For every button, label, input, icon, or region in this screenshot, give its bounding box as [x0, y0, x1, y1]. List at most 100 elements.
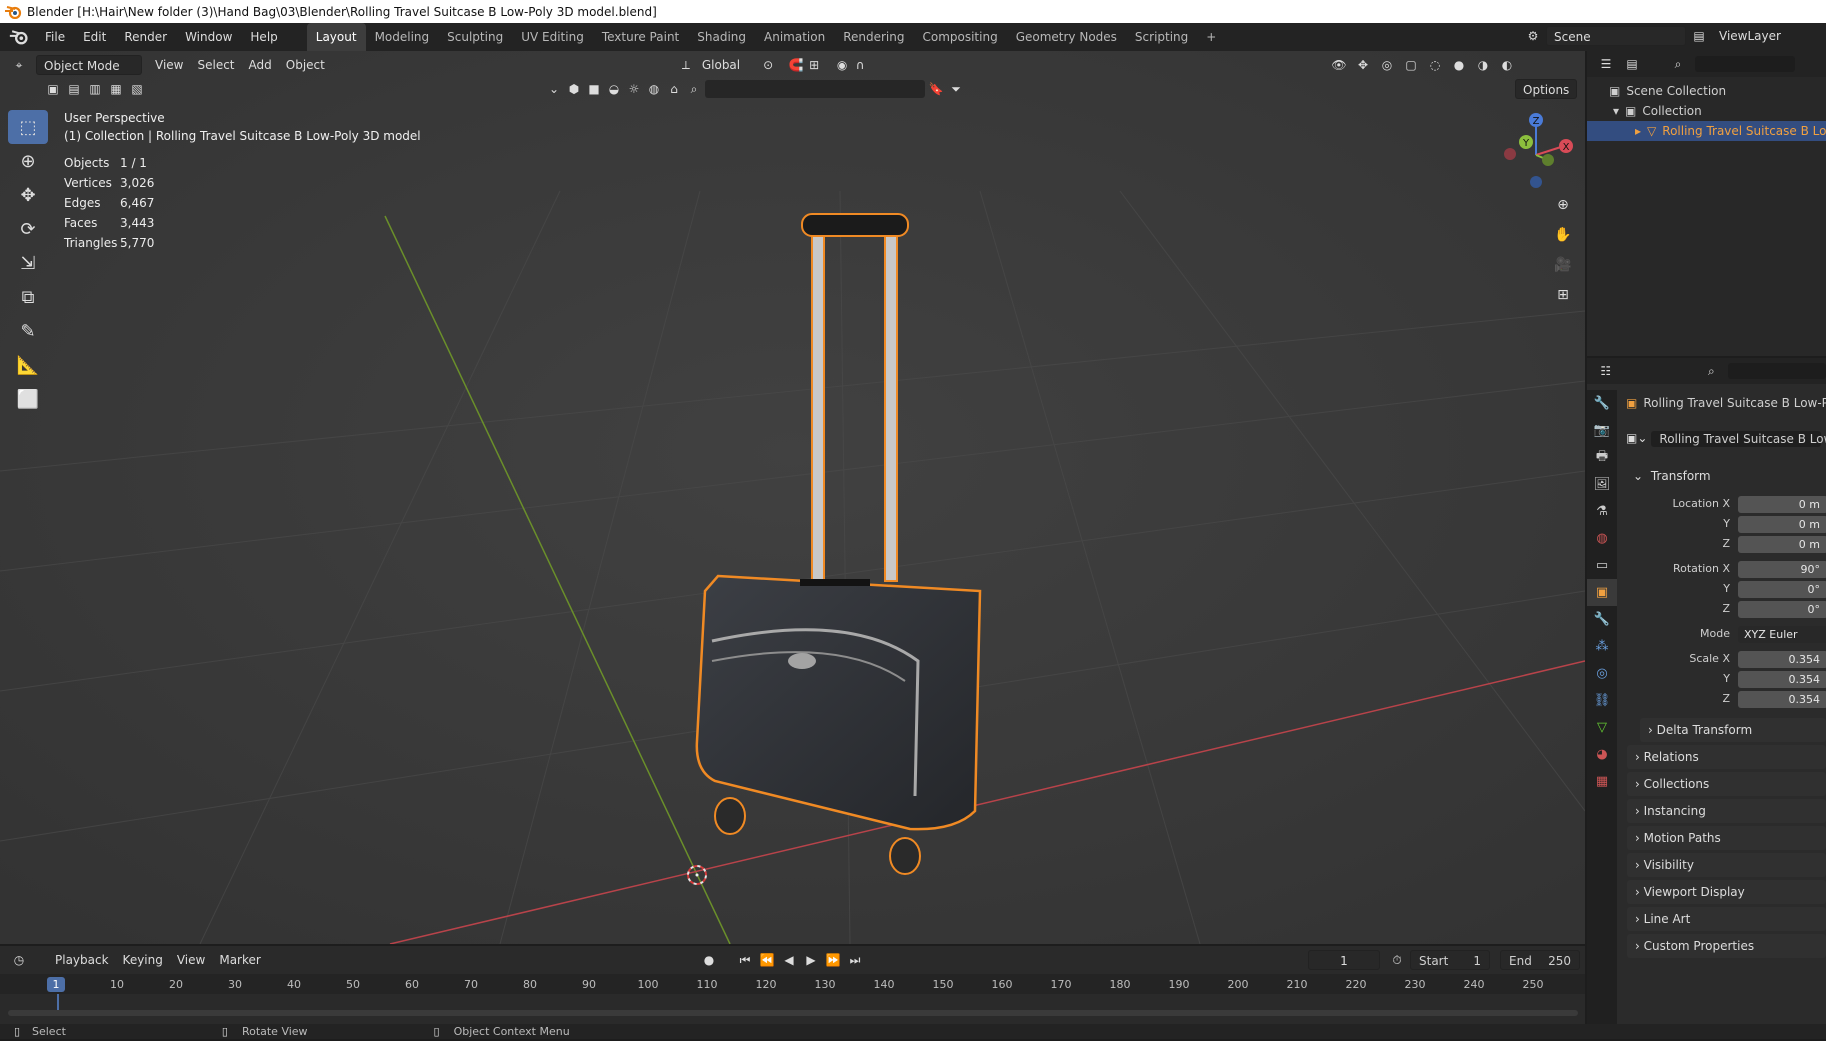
scale-x-field[interactable]: 0.354 — [1738, 651, 1826, 668]
xray-icon[interactable]: ▢ — [1402, 56, 1420, 74]
visibility-icon[interactable]: 👁 — [1330, 56, 1348, 74]
outliner[interactable]: ☰ ▤ ⌕ ▣ Scene Collection ▾ ▣ Collection ▸ ▽ R… — [1587, 51, 1826, 356]
jump-end-icon[interactable]: ⏭ — [846, 951, 864, 969]
tab-geometry-nodes[interactable]: Geometry Nodes — [1007, 23, 1126, 51]
tab-sculpting[interactable]: Sculpting — [438, 23, 512, 51]
jump-start-icon[interactable]: ⏮ — [736, 951, 754, 969]
viewlayer-selector[interactable]: ViewLayer — [1712, 26, 1788, 46]
play-reverse-icon[interactable]: ◀ — [780, 951, 798, 969]
display-mode-icon[interactable]: ▤ — [1623, 55, 1641, 73]
material-shading-icon[interactable]: ◑ — [1474, 56, 1492, 74]
panel-custom-properties[interactable]: › Custom Properties — [1627, 934, 1826, 958]
pan-hand-icon[interactable]: ✋ — [1551, 223, 1575, 247]
timeline-menu-playback[interactable]: Playback — [48, 950, 116, 970]
select-subtract-icon[interactable]: ▥ — [86, 80, 104, 98]
object-name-field[interactable]: Rolling Travel Suitcase B Low-Po — [1651, 431, 1826, 447]
material-filter-icon[interactable]: ◒ — [605, 80, 623, 98]
tab-scripting[interactable]: Scripting — [1126, 23, 1197, 51]
end-frame-field[interactable]: End 250 — [1500, 950, 1580, 970]
filter-dropdown-icon[interactable]: ⌄ — [545, 80, 563, 98]
select-new-icon[interactable]: ▣ — [44, 80, 62, 98]
navigation-gizmo[interactable]: Z X Y — [1496, 110, 1576, 190]
viewlayer-icon[interactable]: ▤ — [1690, 27, 1708, 45]
snap-icon[interactable]: 🧲 — [787, 56, 805, 74]
tool-tab-icon[interactable]: 🔧 — [1587, 390, 1617, 417]
mode-selector[interactable]: Object Mode — [36, 55, 142, 75]
transform-panel-header[interactable]: ⌄ Transform — [1627, 464, 1826, 488]
location-z-field[interactable]: 0 m — [1738, 536, 1826, 553]
transform-orientation-selector[interactable]: Global — [695, 55, 747, 75]
panel-visibility[interactable]: › Visibility — [1627, 853, 1826, 877]
timeline-ruler[interactable]: 10 20 30 40 50 60 70 80 90 100 110 120 130 140 150 160 1… — [0, 974, 1585, 994]
tab-uv-editing[interactable]: UV Editing — [512, 23, 593, 51]
transform-tool-icon[interactable]: ⧉ — [8, 280, 48, 314]
jump-keyframe-back-icon[interactable]: ⏪ — [758, 951, 776, 969]
panel-instancing[interactable]: › Instancing — [1627, 799, 1826, 823]
select-box-tool-icon[interactable]: ⬚ — [8, 110, 48, 144]
view-layer-tab-icon[interactable]: 🖼 — [1587, 471, 1617, 498]
scale-y-field[interactable]: 0.354 — [1738, 671, 1826, 688]
scene-icon[interactable]: ⚙ — [1524, 27, 1542, 45]
panel-collections[interactable]: › Collections — [1627, 772, 1826, 796]
scale-tool-icon[interactable]: ⇲ — [8, 246, 48, 280]
object-tab-icon[interactable]: ▣ — [1587, 579, 1617, 606]
viewport-options-button[interactable]: Options — [1515, 79, 1578, 99]
viewport-menu-object[interactable]: Object — [279, 55, 332, 75]
tab-rendering[interactable]: Rendering — [834, 23, 913, 51]
select-intersect-icon[interactable]: ▧ — [128, 80, 146, 98]
viewport-menu-select[interactable]: Select — [190, 55, 241, 75]
timeline-menu-keying[interactable]: Keying — [116, 950, 170, 970]
camera-filter-icon[interactable]: ⌂ — [665, 80, 683, 98]
cursor-tool-icon[interactable]: ⊕ — [8, 144, 48, 178]
object-browse-icon[interactable]: ▣⌄ — [1626, 431, 1647, 447]
transform-orientation-icon[interactable]: ⟂ — [677, 56, 695, 74]
rendered-shading-icon[interactable]: ◐ — [1498, 56, 1516, 74]
particles-tab-icon[interactable]: ⁂ — [1587, 633, 1617, 660]
texture-tab-icon[interactable]: ▦ — [1587, 768, 1617, 795]
output-tab-icon[interactable]: 🖶 — [1587, 444, 1617, 471]
jump-keyframe-forward-icon[interactable]: ⏩ — [824, 951, 842, 969]
panel-delta-transform[interactable]: › Delta Transform — [1640, 718, 1826, 742]
outliner-item-scene-collection[interactable]: ▣ Scene Collection — [1587, 81, 1826, 101]
constraints-tab-icon[interactable]: ⛓ — [1587, 687, 1617, 714]
outliner-item-collection[interactable]: ▾ ▣ Collection — [1587, 101, 1826, 121]
menu-file[interactable]: File — [36, 23, 74, 51]
render-tab-icon[interactable]: 📷 — [1587, 417, 1617, 444]
add-cube-tool-icon[interactable]: ⬜ — [8, 382, 48, 416]
perspective-toggle-icon[interactable]: ⊞ — [1551, 283, 1575, 307]
tab-compositing[interactable]: Compositing — [913, 23, 1006, 51]
expand-arrow-icon[interactable]: ▾ — [1613, 101, 1619, 121]
properties-editor-icon[interactable]: ☷ — [1597, 362, 1615, 380]
start-frame-field[interactable]: Start 1 — [1410, 950, 1490, 970]
menu-render[interactable]: Render — [115, 23, 176, 51]
panel-line-art[interactable]: › Line Art — [1627, 907, 1826, 931]
menu-edit[interactable]: Edit — [74, 23, 115, 51]
outliner-search-input[interactable] — [1695, 56, 1795, 72]
rotation-x-field[interactable]: 90° — [1738, 561, 1826, 578]
rotation-mode-select[interactable]: XYZ Euler — [1738, 626, 1826, 643]
world-tab-icon[interactable]: ◍ — [1587, 525, 1617, 552]
location-x-field[interactable]: 0 m — [1738, 496, 1826, 513]
light-filter-icon[interactable]: ☼ — [625, 80, 643, 98]
clock-icon[interactable]: ⏱ — [1388, 951, 1406, 969]
panel-relations[interactable]: › Relations — [1627, 745, 1826, 769]
scene-tab-icon[interactable]: ⚗ — [1587, 498, 1617, 525]
viewport-search-input[interactable] — [705, 80, 925, 98]
location-y-field[interactable]: 0 m — [1738, 516, 1826, 533]
data-tab-icon[interactable]: ▽ — [1587, 714, 1617, 741]
properties-search-input[interactable] — [1728, 363, 1826, 379]
tab-layout[interactable]: Layout — [306, 23, 366, 51]
panel-viewport-display[interactable]: › Viewport Display — [1627, 880, 1826, 904]
add-workspace-button[interactable]: + — [1197, 23, 1225, 51]
menu-help[interactable]: Help — [241, 23, 286, 51]
timeline-menu-marker[interactable]: Marker — [212, 950, 267, 970]
camera-view-icon[interactable]: 🎥 — [1551, 253, 1575, 277]
bookmark-icon[interactable]: 🔖 — [927, 80, 945, 98]
modifier-tab-icon[interactable]: 🔧 — [1587, 606, 1617, 633]
record-icon[interactable]: ● — [700, 951, 718, 969]
outliner-item-suitcase[interactable]: ▸ ▽ Rolling Travel Suitcase B Low-P — [1587, 121, 1826, 141]
material-tab-icon[interactable]: ◕ — [1587, 741, 1617, 768]
physics-tab-icon[interactable]: ◎ — [1587, 660, 1617, 687]
play-icon[interactable]: ▶ — [802, 951, 820, 969]
object-type-icon[interactable]: ⬢ — [565, 80, 583, 98]
